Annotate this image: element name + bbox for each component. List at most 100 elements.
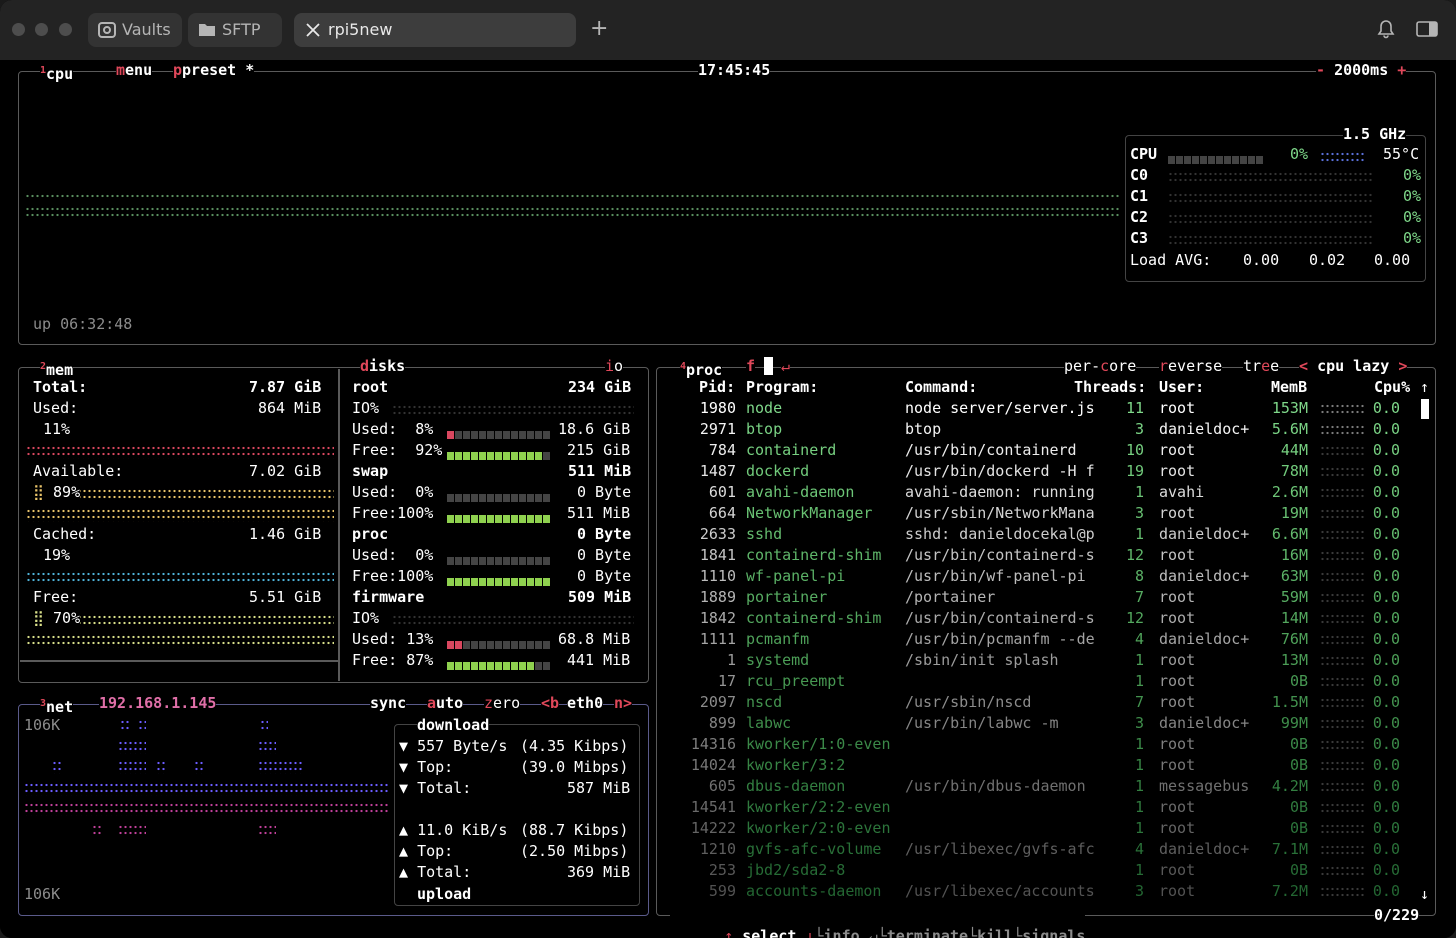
process-row[interactable]: 1110 wf-panel-pi/usr/bin/wf-panel-pi 8 dani… bbox=[660, 566, 1430, 587]
disk-used-label: Used: 0% bbox=[352, 483, 434, 501]
process-row[interactable]: 253 jbd2/sda2-8 1 root 0B 0.0 bbox=[660, 860, 1430, 881]
proc-filter-label[interactable]: f bbox=[746, 356, 756, 377]
process-row[interactable]: 1980 node node server/server.js 11 root 153M 0… bbox=[660, 398, 1430, 419]
terminate-button[interactable]: terminate bbox=[887, 927, 968, 938]
process-row[interactable]: 14222 kworker/2:0-even 1 root 0B 0.0 bbox=[660, 818, 1430, 839]
process-row[interactable]: 664 NetworkManager/usr/sbin/NetworkMana 3 r… bbox=[660, 503, 1430, 524]
cpu-title[interactable]: 1cpu bbox=[40, 60, 74, 85]
disk-io-graph bbox=[392, 614, 634, 626]
col-command[interactable]: Command: bbox=[905, 377, 977, 398]
col-program[interactable]: Program: bbox=[746, 377, 818, 398]
tab-vaults[interactable]: Vaults bbox=[88, 13, 182, 47]
scroll-up-icon[interactable]: ↑ bbox=[1420, 377, 1429, 398]
process-row[interactable]: 1210 gvfs-afc-volume/usr/libexec/gvfs-afc… bbox=[660, 839, 1430, 860]
process-row[interactable]: 14024 kworker/3:2 1 root 0B 0.0 bbox=[660, 755, 1430, 776]
tree-toggle[interactable]: tree bbox=[1243, 356, 1280, 377]
new-tab-button[interactable]: + bbox=[590, 16, 608, 41]
meter-segment bbox=[527, 494, 534, 502]
process-row[interactable]: 605 dbus-daemon/usr/bin/dbus-daemon 1 messa… bbox=[660, 776, 1430, 797]
preset-button[interactable]: ppreset * bbox=[173, 60, 255, 81]
info-enter-icon: ↵ bbox=[868, 927, 878, 938]
meter-segment bbox=[503, 662, 510, 670]
sidebar-toggle-icon[interactable] bbox=[1416, 19, 1438, 39]
meter-segment bbox=[487, 662, 494, 670]
net-upload-kibps: (88.7 Kibps) bbox=[520, 821, 629, 839]
tab-label: SFTP bbox=[222, 20, 261, 39]
process-row[interactable]: 2971 btop btop 3 danieldoc+ 5.6M 0.0 bbox=[660, 419, 1430, 440]
process-row[interactable]: 1889 portainer/portainer 7 root 59M 0.0 bbox=[660, 587, 1430, 608]
per-core-toggle[interactable]: per-core bbox=[1064, 356, 1137, 377]
process-row[interactable]: 1487 dockerd/usr/bin/dockerd -H f 19 root 78… bbox=[660, 461, 1430, 482]
mem-free-label: Free: bbox=[33, 588, 79, 606]
process-cpu: 0.0 bbox=[1372, 882, 1400, 900]
filter-cursor[interactable] bbox=[764, 357, 773, 375]
col-memb[interactable]: MemB bbox=[1271, 377, 1307, 398]
process-user: root bbox=[1159, 756, 1196, 774]
process-mem-graph bbox=[1320, 655, 1364, 667]
reverse-toggle[interactable]: reverse bbox=[1159, 356, 1223, 377]
process-row[interactable]: 2633 sshd sshd: danieldocekal@p 1 danieldoc+… bbox=[660, 524, 1430, 545]
kill-button[interactable]: kill bbox=[977, 927, 1013, 938]
process-program: jbd2/sda2-8 bbox=[746, 861, 846, 879]
net-zero-toggle[interactable]: zero bbox=[484, 693, 521, 714]
zoom-window-button[interactable] bbox=[59, 23, 72, 36]
process-row[interactable]: 14541 kworker/2:2-even 1 root 0B 0.0 bbox=[660, 797, 1430, 818]
col-pid[interactable]: Pid: bbox=[699, 377, 735, 398]
menu-button[interactable]: menu bbox=[116, 60, 153, 81]
tab-rpi5new[interactable]: rpi5new bbox=[294, 13, 576, 47]
process-row[interactable]: 1 systemd/sbin/init splash 1 root 13M 0.0 bbox=[660, 650, 1430, 671]
disk-free-label: Free:100% bbox=[352, 567, 434, 585]
bell-icon[interactable] bbox=[1376, 19, 1396, 39]
meter-segment bbox=[511, 578, 518, 586]
meter-segment bbox=[455, 452, 462, 460]
process-user: root bbox=[1159, 504, 1196, 522]
select-up-icon[interactable]: ↑ bbox=[724, 927, 733, 938]
disks-title[interactable]: disks bbox=[360, 356, 406, 377]
process-row[interactable]: 17 rcu_preempt 1 root 0B 0.0 bbox=[660, 671, 1430, 692]
process-user: root bbox=[1159, 693, 1196, 711]
select-down-icon[interactable]: ↓ bbox=[805, 927, 814, 938]
tab-sftp[interactable]: SFTP bbox=[188, 13, 282, 47]
col-threads[interactable]: Threads: bbox=[1074, 377, 1146, 398]
mem-cached-graph bbox=[26, 571, 334, 585]
select-button[interactable]: select bbox=[742, 927, 796, 938]
process-mem-graph bbox=[1320, 529, 1364, 541]
process-row[interactable]: 1842 containerd-shim/usr/bin/containerd-s… bbox=[660, 608, 1430, 629]
process-memory: 76M bbox=[1280, 630, 1308, 648]
mem-used-label: Used: bbox=[33, 399, 79, 417]
signals-button[interactable]: signals bbox=[1022, 927, 1085, 938]
process-row[interactable]: 2097 nscd/usr/sbin/nscd 7 root 1.5M 0.0 bbox=[660, 692, 1430, 713]
scroll-down-icon[interactable]: ↓ bbox=[1420, 884, 1429, 905]
net-auto-toggle[interactable]: auto bbox=[427, 693, 464, 714]
disk-used-meter bbox=[447, 551, 551, 565]
process-threads: 12 bbox=[1125, 546, 1144, 564]
process-row[interactable]: 1841 containerd-shim/usr/bin/containerd-s… bbox=[660, 545, 1430, 566]
process-command: /usr/libexec/accounts bbox=[905, 882, 1095, 900]
process-row[interactable]: 1111 pcmanfm/usr/bin/pcmanfm --de 4 danield… bbox=[660, 629, 1430, 650]
close-window-button[interactable] bbox=[12, 23, 25, 36]
net-next-interface[interactable]: n> bbox=[614, 693, 633, 714]
process-row[interactable]: 14316 kworker/1:0-even 1 root 0B 0.0 bbox=[660, 734, 1430, 755]
info-button[interactable]: info bbox=[824, 927, 860, 938]
minimize-window-button[interactable] bbox=[35, 23, 48, 36]
meter-segment bbox=[487, 641, 494, 649]
col-user[interactable]: User: bbox=[1159, 377, 1204, 398]
net-download-graph bbox=[24, 782, 390, 796]
filter-enter-icon[interactable]: ↵ bbox=[781, 356, 791, 377]
process-row[interactable]: 899 labwc/usr/bin/labwc -m 3 danieldoc+ 99M 0… bbox=[660, 713, 1430, 734]
meter-segment bbox=[495, 494, 502, 502]
process-row[interactable]: 599 accounts-daemon/usr/libexec/accounts 3… bbox=[660, 881, 1430, 902]
process-memory: 0B bbox=[1289, 819, 1308, 837]
process-row[interactable]: 601 avahi-daemon avahi-daemon: running 1 ava… bbox=[660, 482, 1430, 503]
terminal-area[interactable]: 1cpu menu ppreset * 17:45:45 - 2000ms + … bbox=[0, 60, 1456, 938]
col-cpu[interactable]: Cpu% bbox=[1374, 377, 1410, 398]
net-sync-toggle[interactable]: sync bbox=[370, 693, 407, 714]
disks-io-toggle[interactable]: io bbox=[605, 356, 624, 377]
process-row[interactable]: 784 containerd/usr/bin/containerd 10 root 44… bbox=[660, 440, 1430, 461]
process-user: root bbox=[1159, 399, 1196, 417]
net-prev-interface[interactable]: <b bbox=[541, 693, 560, 714]
interval-control[interactable]: - 2000ms + bbox=[1316, 60, 1407, 81]
proc-scrollbar-thumb[interactable] bbox=[1421, 399, 1429, 419]
close-icon[interactable] bbox=[304, 13, 322, 59]
sort-selector[interactable]: < cpu lazy > bbox=[1299, 356, 1408, 377]
